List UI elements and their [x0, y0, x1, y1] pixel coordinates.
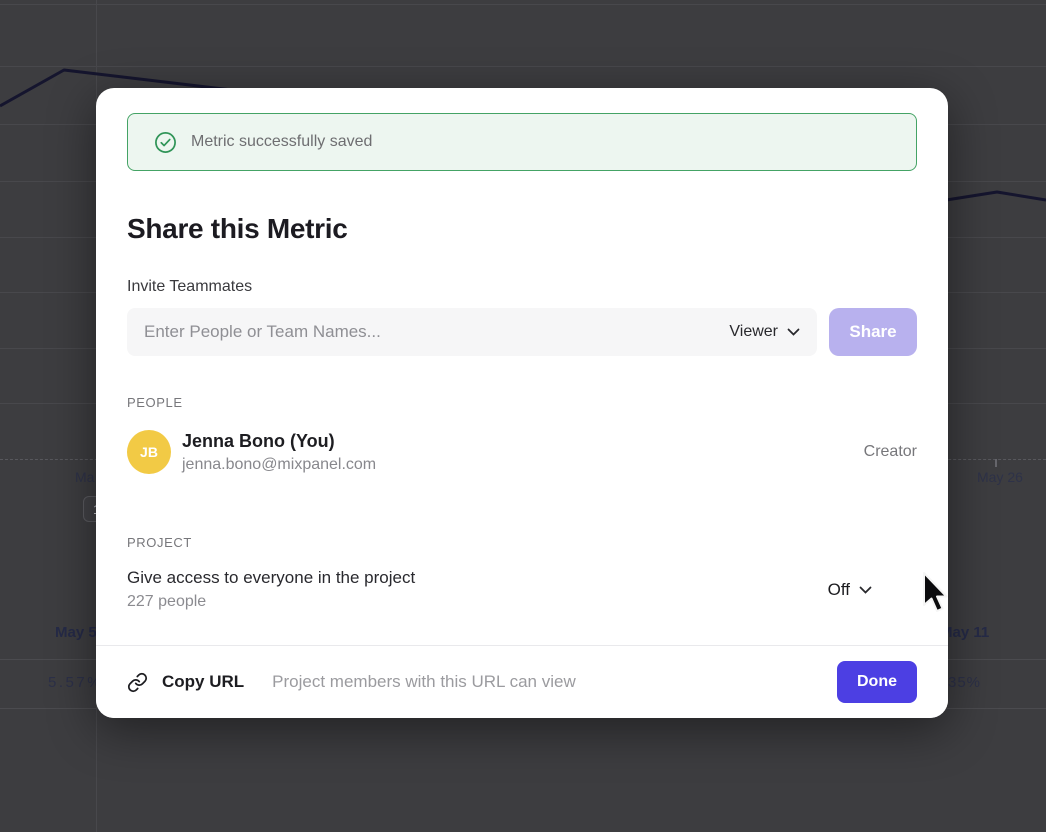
- table-date-cell: May 5: [55, 624, 97, 641]
- copy-url-label: Copy URL: [162, 672, 244, 692]
- check-circle-icon: [154, 131, 177, 154]
- footer-hint: Project members with this URL can view: [272, 672, 576, 692]
- success-banner: Metric successfully saved: [127, 113, 917, 171]
- chevron-down-icon: [787, 328, 800, 336]
- link-icon: [127, 672, 148, 693]
- x-axis-label: Ma: [75, 469, 94, 485]
- invite-row: Viewer Share: [127, 308, 917, 356]
- invite-input[interactable]: [144, 322, 717, 342]
- invite-field[interactable]: Viewer: [127, 308, 817, 356]
- success-message: Metric successfully saved: [191, 133, 372, 151]
- project-access-dropdown[interactable]: Off: [828, 580, 917, 600]
- person-row: JB Jenna Bono (You) jenna.bono@mixpanel.…: [127, 430, 917, 474]
- done-button[interactable]: Done: [837, 661, 917, 703]
- people-heading: PEOPLE: [127, 395, 917, 410]
- person-email: jenna.bono@mixpanel.com: [182, 456, 376, 474]
- x-axis-label: May 26: [977, 469, 1023, 485]
- role-dropdown-value: Viewer: [729, 323, 778, 341]
- share-modal: Metric successfully saved Share this Met…: [96, 88, 948, 718]
- project-heading: PROJECT: [127, 535, 917, 550]
- copy-url-button[interactable]: Copy URL: [127, 672, 244, 693]
- chevron-down-icon: [859, 586, 872, 594]
- project-access-subtitle: 227 people: [127, 593, 415, 611]
- avatar: JB: [127, 430, 171, 474]
- table-value-cell: 5.57%: [48, 674, 103, 691]
- share-button[interactable]: Share: [829, 308, 917, 356]
- page-title: Share this Metric: [127, 213, 917, 245]
- table-value-cell: 35%: [948, 674, 981, 691]
- project-access-row: Give access to everyone in the project 2…: [127, 568, 917, 611]
- modal-footer: Copy URL Project members with this URL c…: [96, 645, 948, 718]
- invite-teammates-label: Invite Teammates: [127, 278, 917, 296]
- role-dropdown[interactable]: Viewer: [717, 323, 800, 341]
- person-name: Jenna Bono (You): [182, 431, 376, 452]
- project-access-title: Give access to everyone in the project: [127, 568, 415, 588]
- project-access-value: Off: [828, 580, 850, 600]
- axis-tick: [995, 459, 997, 467]
- person-role: Creator: [864, 443, 917, 461]
